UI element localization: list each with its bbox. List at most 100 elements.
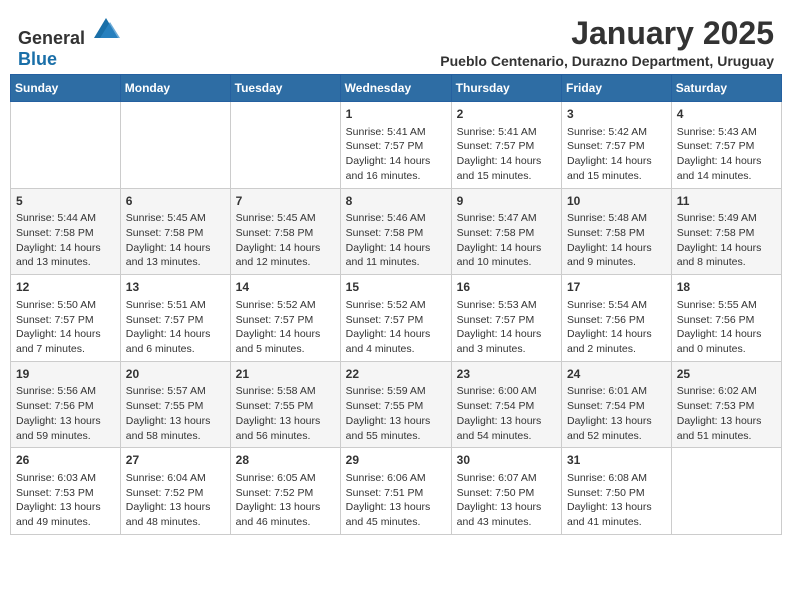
calendar-cell: 11Sunrise: 5:49 AMSunset: 7:58 PMDayligh…: [671, 188, 781, 275]
weekday-header-monday: Monday: [120, 75, 230, 102]
day-number: 25: [677, 366, 776, 383]
calendar-cell: 13 Sunrise: 5:51 AMSunset: 7:57 PMDayligh…: [120, 275, 230, 362]
day-info: Sunrise: 5:57 AMSunset: 7:55 PMDaylight:…: [126, 384, 225, 443]
day-info: Sunrise: 5:58 AMSunset: 7:55 PMDaylight:…: [236, 384, 335, 443]
calendar-cell: 18 Sunrise: 5:55 AMSunset: 7:56 PMDayligh…: [671, 275, 781, 362]
day-number: 1: [346, 106, 446, 123]
day-number: 28: [236, 452, 335, 469]
calendar-cell: 4Sunrise: 5:43 AMSunset: 7:57 PMDaylight…: [671, 102, 781, 189]
day-number: 20: [126, 366, 225, 383]
calendar-cell: 16 Sunrise: 5:53 AMSunset: 7:57 PMDayligh…: [451, 275, 561, 362]
day-info: Sunrise: 5:46 AMSunset: 7:58 PMDaylight:…: [346, 211, 446, 270]
calendar-cell: 9Sunrise: 5:47 AMSunset: 7:58 PMDaylight…: [451, 188, 561, 275]
day-info: Sunrise: 5:41 AMSunset: 7:57 PMDaylight:…: [457, 125, 556, 184]
weekday-header-row: SundayMondayTuesdayWednesdayThursdayFrid…: [11, 75, 782, 102]
calendar-cell: 24Sunrise: 6:01 AMSunset: 7:54 PMDayligh…: [562, 361, 672, 448]
calendar-cell: [120, 102, 230, 189]
calendar-cell: [11, 102, 121, 189]
day-info: Sunrise: 5:51 AMSunset: 7:57 PMDaylight:…: [126, 298, 225, 357]
day-info: Sunrise: 6:07 AMSunset: 7:50 PMDaylight:…: [457, 471, 556, 530]
calendar-cell: 31Sunrise: 6:08 AMSunset: 7:50 PMDayligh…: [562, 448, 672, 535]
day-number: 11: [677, 193, 776, 210]
location-subtitle: Pueblo Centenario, Durazno Department, U…: [440, 53, 774, 69]
day-info: Sunrise: 6:03 AMSunset: 7:53 PMDaylight:…: [16, 471, 115, 530]
calendar-cell: 15 Sunrise: 5:52 AMSunset: 7:57 PMDayligh…: [340, 275, 451, 362]
calendar-cell: 14Sunrise: 5:52 AMSunset: 7:57 PMDayligh…: [230, 275, 340, 362]
day-number: 24: [567, 366, 666, 383]
day-number: 8: [346, 193, 446, 210]
day-info: Sunrise: 5:56 AMSunset: 7:56 PMDaylight:…: [16, 384, 115, 443]
day-number: 5: [16, 193, 115, 210]
calendar-cell: 28 Sunrise: 6:05 AMSunset: 7:52 PMDayligh…: [230, 448, 340, 535]
title-block: January 2025 Pueblo Centenario, Durazno …: [440, 16, 774, 69]
day-number: 2: [457, 106, 556, 123]
day-info: Sunrise: 5:49 AMSunset: 7:58 PMDaylight:…: [677, 211, 776, 270]
calendar-cell: 8Sunrise: 5:46 AMSunset: 7:58 PMDaylight…: [340, 188, 451, 275]
calendar-cell: 10Sunrise: 5:48 AMSunset: 7:58 PMDayligh…: [562, 188, 672, 275]
day-info: Sunrise: 6:00 AMSunset: 7:54 PMDaylight:…: [457, 384, 556, 443]
logo-icon: [92, 16, 120, 44]
day-info: Sunrise: 5:53 AMSunset: 7:57 PMDaylight:…: [457, 298, 556, 357]
day-info: Sunrise: 5:52 AMSunset: 7:57 PMDaylight:…: [346, 298, 446, 357]
day-number: 7: [236, 193, 335, 210]
weekday-header-thursday: Thursday: [451, 75, 561, 102]
logo-blue: Blue: [18, 49, 57, 69]
day-number: 19: [16, 366, 115, 383]
day-number: 26: [16, 452, 115, 469]
calendar-cell: 5Sunrise: 5:44 AMSunset: 7:58 PMDaylight…: [11, 188, 121, 275]
day-info: Sunrise: 5:54 AMSunset: 7:56 PMDaylight:…: [567, 298, 666, 357]
day-number: 17: [567, 279, 666, 296]
day-info: Sunrise: 6:01 AMSunset: 7:54 PMDaylight:…: [567, 384, 666, 443]
weekday-header-friday: Friday: [562, 75, 672, 102]
weekday-header-sunday: Sunday: [11, 75, 121, 102]
day-number: 4: [677, 106, 776, 123]
day-info: Sunrise: 5:50 AMSunset: 7:57 PMDaylight:…: [16, 298, 115, 357]
day-info: Sunrise: 5:59 AMSunset: 7:55 PMDaylight:…: [346, 384, 446, 443]
month-title: January 2025: [440, 16, 774, 51]
week-row-4: 19Sunrise: 5:56 AMSunset: 7:56 PMDayligh…: [11, 361, 782, 448]
calendar-cell: 12Sunrise: 5:50 AMSunset: 7:57 PMDayligh…: [11, 275, 121, 362]
calendar-cell: 29Sunrise: 6:06 AMSunset: 7:51 PMDayligh…: [340, 448, 451, 535]
calendar-cell: 17 Sunrise: 5:54 AMSunset: 7:56 PMDayligh…: [562, 275, 672, 362]
calendar-cell: 27Sunrise: 6:04 AMSunset: 7:52 PMDayligh…: [120, 448, 230, 535]
day-info: Sunrise: 5:52 AMSunset: 7:57 PMDaylight:…: [236, 298, 335, 357]
day-number: 21: [236, 366, 335, 383]
calendar-cell: [671, 448, 781, 535]
day-info: Sunrise: 6:06 AMSunset: 7:51 PMDaylight:…: [346, 471, 446, 530]
day-info: Sunrise: 5:55 AMSunset: 7:56 PMDaylight:…: [677, 298, 776, 357]
calendar-cell: [230, 102, 340, 189]
day-number: 10: [567, 193, 666, 210]
calendar-cell: 19Sunrise: 5:56 AMSunset: 7:56 PMDayligh…: [11, 361, 121, 448]
calendar-cell: 20Sunrise: 5:57 AMSunset: 7:55 PMDayligh…: [120, 361, 230, 448]
logo: General Blue: [18, 16, 120, 70]
day-info: Sunrise: 6:04 AMSunset: 7:52 PMDaylight:…: [126, 471, 225, 530]
day-info: Sunrise: 6:05 AMSunset: 7:52 PMDaylight:…: [236, 471, 335, 530]
calendar-cell: 26 Sunrise: 6:03 AMSunset: 7:53 PMDayligh…: [11, 448, 121, 535]
calendar-cell: 2 Sunrise: 5:41 AMSunset: 7:57 PMDaylight…: [451, 102, 561, 189]
week-row-1: 1 Sunrise: 5:41 AMSunset: 7:57 PMDaylight…: [11, 102, 782, 189]
calendar-cell: 23Sunrise: 6:00 AMSunset: 7:54 PMDayligh…: [451, 361, 561, 448]
day-info: Sunrise: 5:41 AMSunset: 7:57 PMDaylight:…: [346, 125, 446, 184]
day-info: Sunrise: 6:08 AMSunset: 7:50 PMDaylight:…: [567, 471, 666, 530]
day-info: Sunrise: 5:42 AMSunset: 7:57 PMDaylight:…: [567, 125, 666, 184]
calendar-cell: 25Sunrise: 6:02 AMSunset: 7:53 PMDayligh…: [671, 361, 781, 448]
logo-general: General: [18, 28, 85, 48]
weekday-header-tuesday: Tuesday: [230, 75, 340, 102]
day-info: Sunrise: 5:44 AMSunset: 7:58 PMDaylight:…: [16, 211, 115, 270]
day-number: 6: [126, 193, 225, 210]
day-number: 16: [457, 279, 556, 296]
day-number: 13: [126, 279, 225, 296]
calendar-cell: 30 Sunrise: 6:07 AMSunset: 7:50 PMDayligh…: [451, 448, 561, 535]
day-info: Sunrise: 5:45 AMSunset: 7:58 PMDaylight:…: [236, 211, 335, 270]
day-number: 18: [677, 279, 776, 296]
logo-text: General Blue: [18, 16, 120, 70]
day-info: Sunrise: 5:47 AMSunset: 7:58 PMDaylight:…: [457, 211, 556, 270]
week-row-2: 5Sunrise: 5:44 AMSunset: 7:58 PMDaylight…: [11, 188, 782, 275]
weekday-header-wednesday: Wednesday: [340, 75, 451, 102]
day-number: 15: [346, 279, 446, 296]
day-info: Sunrise: 6:02 AMSunset: 7:53 PMDaylight:…: [677, 384, 776, 443]
calendar-cell: 3Sunrise: 5:42 AMSunset: 7:57 PMDaylight…: [562, 102, 672, 189]
page-header: General Blue January 2025 Pueblo Centena…: [10, 10, 782, 70]
day-number: 9: [457, 193, 556, 210]
day-number: 30: [457, 452, 556, 469]
